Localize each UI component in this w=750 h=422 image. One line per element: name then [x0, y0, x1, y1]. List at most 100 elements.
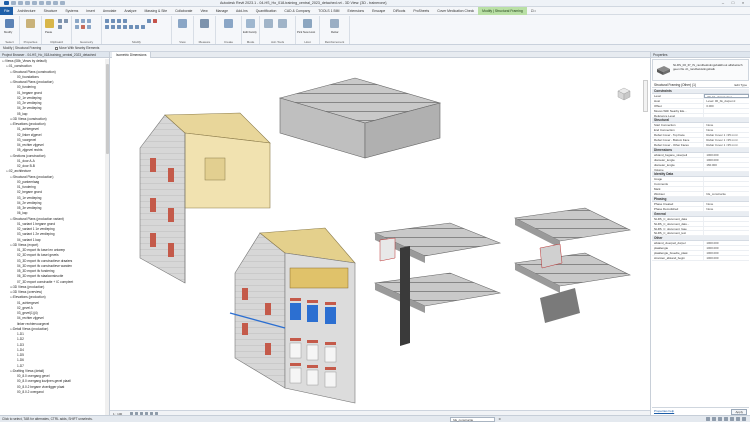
ribbon-tab[interactable]: File	[0, 6, 14, 15]
property-value[interactable]: None	[704, 207, 749, 211]
ribbon-tab[interactable]: Quantification	[252, 7, 281, 15]
rebar-icon[interactable]	[330, 19, 339, 28]
ribbon-tab[interactable]: Enscape	[368, 7, 389, 15]
ribbon-tab[interactable]: View	[196, 7, 211, 15]
scrollbar-thumb[interactable]	[105, 64, 109, 154]
copy-icon[interactable]	[58, 25, 62, 29]
property-value[interactable]: Rebar Cover 1 <25 mm>	[704, 143, 749, 147]
type-selector[interactable]: NLRS_00_IP_IS_randbekistingsbalkhout alf…	[652, 59, 749, 81]
select-underlay-icon[interactable]	[718, 417, 722, 421]
measure-icon[interactable]	[46, 1, 51, 5]
property-value[interactable]: 1000.000	[704, 246, 749, 250]
select-pinned-icon[interactable]	[724, 417, 728, 421]
property-value[interactable]: Level: 00_bk_dorpel.vl	[704, 99, 749, 103]
cope-icon[interactable]	[75, 19, 79, 23]
property-value[interactable]	[704, 109, 749, 113]
edit-type-button[interactable]: Edit Type	[735, 82, 747, 88]
revit-logo-icon[interactable]	[4, 1, 9, 5]
select-by-face-icon[interactable]	[730, 417, 734, 421]
property-value[interactable]	[704, 168, 749, 172]
ribbon-tab[interactable]: Manage	[212, 7, 232, 15]
property-value[interactable]: 1000.000	[704, 251, 749, 255]
scale-icon[interactable]	[141, 25, 145, 29]
mirror-axis-icon[interactable]	[117, 19, 121, 23]
modify-cursor-icon[interactable]	[5, 19, 14, 28]
instance-filter[interactable]: Structural Framing (Other) (1) Edit Type	[652, 82, 749, 88]
ribbon-tab[interactable]: CAD & Company	[280, 7, 314, 15]
ribbon-tab[interactable]: Cover Medication Check	[433, 7, 478, 15]
select-links-icon[interactable]	[712, 417, 716, 421]
3d-view-canvas[interactable]	[110, 58, 650, 410]
undo-icon[interactable]	[25, 1, 30, 5]
model-drawing[interactable]	[110, 58, 650, 410]
ribbon-tab[interactable]: Extensions	[343, 7, 368, 15]
text-icon[interactable]	[53, 1, 58, 5]
property-value[interactable]	[704, 217, 749, 221]
pick-new-host-label[interactable]: Pick New Host	[297, 30, 315, 34]
ribbon-tab[interactable]: Massing & Site	[140, 7, 171, 15]
redo-icon[interactable]	[32, 1, 37, 5]
save-icon[interactable]	[18, 1, 23, 5]
property-value[interactable]: 00_bk_dorpel.vloer	[704, 94, 749, 98]
property-value[interactable]	[704, 182, 749, 186]
create-assembly-icon[interactable]	[224, 19, 233, 28]
3d-view-icon[interactable]	[60, 1, 65, 5]
delete-icon[interactable]	[153, 19, 157, 23]
join-icon[interactable]	[87, 19, 91, 23]
edit-family-icon[interactable]	[246, 19, 255, 28]
property-value[interactable]: None	[704, 128, 749, 132]
hide-in-view-icon[interactable]	[178, 19, 187, 28]
pick-new-host-icon[interactable]	[303, 19, 312, 28]
ribbon-tab[interactable]: ProSheets	[409, 7, 433, 15]
align-icon[interactable]	[105, 19, 109, 23]
property-value[interactable]: Rebar Cover 1 <25 mm>	[704, 138, 749, 142]
demolish-icon[interactable]	[81, 25, 85, 29]
edit-family-label[interactable]: Edit Family	[243, 30, 257, 34]
array-icon[interactable]	[135, 25, 139, 29]
property-value[interactable]: fds_constructie	[704, 192, 749, 196]
copy-element-icon[interactable]	[111, 25, 115, 29]
ribbon-tab[interactable]: DiRoots	[389, 7, 409, 15]
ribbon-tab[interactable]: Annotate	[99, 7, 121, 15]
rotate-icon[interactable]	[117, 25, 121, 29]
property-value[interactable]	[704, 177, 749, 181]
ribbon-tab[interactable]: Collaborate	[171, 7, 196, 15]
split-icon[interactable]	[129, 25, 133, 29]
property-value[interactable]: 0.000	[704, 104, 749, 108]
match-type-icon[interactable]	[64, 19, 68, 23]
editable-only-icon[interactable]	[706, 417, 710, 421]
navigation-bar[interactable]	[643, 80, 648, 112]
ribbon-tab[interactable]: Insert	[82, 7, 98, 15]
wall-joins-icon[interactable]	[75, 25, 79, 29]
properties-help-link[interactable]: Properties help	[654, 409, 674, 413]
property-value[interactable]	[704, 231, 749, 235]
ribbon-tab[interactable]: TOOLS 1 BIM	[314, 7, 343, 15]
browser-tree-item[interactable]: 00_8.0.2 overgand	[0, 390, 104, 395]
checkbox-icon[interactable]	[55, 46, 58, 50]
property-value[interactable]: 1000.000	[704, 158, 749, 162]
property-value[interactable]: 1000.000	[704, 153, 749, 157]
property-value[interactable]	[704, 114, 749, 118]
ribbon-tab[interactable]: Structure	[40, 7, 62, 15]
filter-icon[interactable]	[742, 417, 746, 421]
move-icon[interactable]	[105, 25, 109, 29]
property-value[interactable]: Rebar Cover 1 <25 mm>	[704, 133, 749, 137]
pin-icon[interactable]	[147, 19, 151, 23]
close-icon[interactable]: ×	[738, 0, 748, 6]
allow-join-icon[interactable]	[278, 19, 287, 28]
cut-icon[interactable]	[58, 19, 62, 23]
paint-icon[interactable]	[87, 25, 91, 29]
property-value[interactable]	[704, 187, 749, 191]
offset-icon[interactable]	[111, 19, 115, 23]
canopy-element[interactable]	[278, 77, 442, 159]
house-large[interactable]	[229, 227, 356, 404]
properties-icon[interactable]	[26, 19, 35, 28]
property-value[interactable]: 1000.000	[704, 256, 749, 260]
print-icon[interactable]	[39, 1, 44, 5]
viewcube-icon[interactable]	[614, 84, 634, 104]
property-value[interactable]: 160.000	[704, 163, 749, 167]
ribbon-tab[interactable]: Analyze	[120, 7, 140, 15]
measure-tool-icon[interactable]	[200, 19, 209, 28]
property-value[interactable]: None	[704, 202, 749, 206]
paste-icon[interactable]	[45, 19, 54, 28]
